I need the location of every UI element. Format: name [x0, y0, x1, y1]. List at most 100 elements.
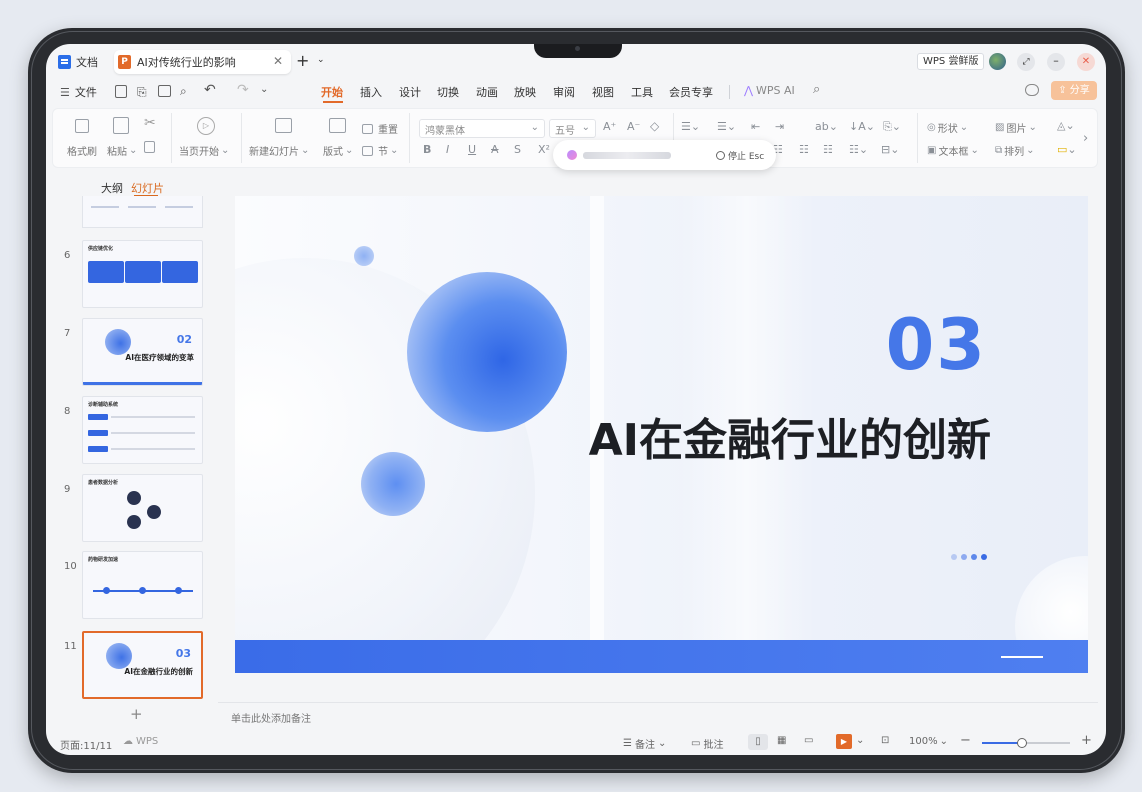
- outline-color-icon[interactable]: ▭⌄: [1057, 143, 1077, 156]
- increase-indent-icon[interactable]: ⇥: [775, 120, 784, 133]
- shape-button[interactable]: ◎ 形状 ⌄: [927, 120, 968, 135]
- zoom-slider-handle[interactable]: [1017, 738, 1028, 748]
- notes-placeholder[interactable]: 单击此处添加备注: [231, 710, 311, 725]
- menu-item[interactable]: 插入: [360, 82, 382, 102]
- text-direction-button[interactable]: ab⌄: [815, 120, 838, 133]
- bullets-icon[interactable]: ☰⌄: [681, 120, 700, 133]
- menu-item[interactable]: 切换: [437, 82, 459, 102]
- menu-item[interactable]: 工具: [631, 82, 653, 102]
- ribbon-scroll-right-icon[interactable]: ›: [1083, 131, 1088, 146]
- play-from-current-button[interactable]: 当页开始 ⌄: [179, 143, 229, 158]
- decrease-indent-icon[interactable]: ⇤: [751, 120, 760, 133]
- slide-thumbnail[interactable]: 诊断辅助系统: [82, 396, 203, 464]
- notes-toggle-button[interactable]: ☰ 备注 ⌄: [623, 736, 666, 751]
- font-size-select[interactable]: 五号 ⌄: [549, 119, 596, 138]
- zoom-out-icon[interactable]: −: [960, 733, 971, 748]
- menu-item[interactable]: 开始: [321, 82, 343, 103]
- close-tab-icon[interactable]: ✕: [273, 54, 283, 68]
- shadow-icon[interactable]: S: [514, 143, 521, 156]
- superscript-icon[interactable]: X²: [538, 143, 550, 156]
- menu-item[interactable]: 动画: [476, 82, 498, 102]
- tab-documents[interactable]: 文档: [54, 50, 106, 74]
- layout-button[interactable]: 版式 ⌄: [323, 143, 353, 158]
- slides-tab[interactable]: 幻灯片: [131, 180, 164, 196]
- section-button[interactable]: 节 ⌄: [362, 143, 398, 158]
- slideshow-chevron-icon[interactable]: ⌄: [856, 735, 864, 746]
- avatar[interactable]: [989, 53, 1006, 70]
- redo-icon[interactable]: ↷: [237, 82, 249, 98]
- tab-presentation[interactable]: P AI对传统行业的影响 ✕: [114, 50, 291, 74]
- undo-icon[interactable]: ↶: [204, 82, 216, 98]
- copy-icon[interactable]: [144, 141, 155, 153]
- italic-icon[interactable]: I: [446, 143, 449, 156]
- picture-button[interactable]: ▨ 图片 ⌄: [995, 120, 1037, 135]
- thumbnail-title: AI在金融行业的创新: [124, 667, 193, 676]
- arrange-button[interactable]: ⧉ 排列 ⌄: [995, 143, 1035, 158]
- export-icon[interactable]: ⎘: [137, 85, 147, 100]
- textbox-button[interactable]: ▣ 文本框 ⌄: [927, 143, 979, 158]
- document-icon: [58, 55, 71, 69]
- thumbnail-partial[interactable]: [82, 196, 203, 228]
- search-icon[interactable]: ⌕: [813, 82, 820, 97]
- menu-item[interactable]: 审阅: [553, 82, 575, 102]
- more-chevron-icon[interactable]: ⌄: [260, 84, 268, 95]
- normal-view-icon[interactable]: ▯: [748, 734, 768, 750]
- fill-color-icon[interactable]: ◬⌄: [1057, 119, 1075, 132]
- slide-thumbnail[interactable]: 患者数据分析: [82, 474, 203, 542]
- strikethrough-icon[interactable]: A: [491, 143, 499, 156]
- slide-canvas[interactable]: 03 AI在金融行业的创新: [235, 196, 1088, 673]
- paste-button[interactable]: 粘贴 ⌄: [107, 143, 137, 158]
- decrease-font-icon[interactable]: A⁻: [627, 120, 640, 133]
- close-window-icon[interactable]: ✕: [1077, 53, 1095, 71]
- zoom-in-icon[interactable]: +: [1081, 733, 1092, 748]
- convert-icon[interactable]: ⎘⌄: [883, 120, 901, 134]
- new-slide-button[interactable]: 新建幻灯片 ⌄: [249, 143, 309, 158]
- distribute-icon[interactable]: ☷: [799, 143, 809, 156]
- fit-window-icon[interactable]: ⊡: [881, 735, 889, 746]
- text-align-vertical-icon[interactable]: ⊟⌄: [881, 143, 899, 156]
- stop-generation-button[interactable]: 停止 Esc: [716, 149, 764, 162]
- share-button[interactable]: ⇪ 分享: [1051, 81, 1097, 100]
- sort-icon[interactable]: ↓A⌄: [849, 120, 875, 133]
- zoom-slider-track[interactable]: [982, 738, 1070, 748]
- new-tab-icon[interactable]: +: [296, 51, 309, 70]
- save-icon[interactable]: [115, 85, 127, 98]
- zoom-select[interactable]: 100% ⌄: [909, 736, 948, 747]
- slide-thumbnail[interactable]: 02 AI在医疗领域的变革: [82, 318, 203, 386]
- underline-icon[interactable]: U: [468, 143, 476, 156]
- cut-icon[interactable]: ✂: [144, 115, 156, 131]
- shape-label: 形状: [937, 124, 958, 135]
- text-direction-icon[interactable]: ☷⌄: [849, 143, 868, 156]
- print-preview-icon[interactable]: ⌕: [180, 84, 187, 99]
- reset-button[interactable]: 重置: [362, 121, 398, 136]
- slide-thumbnail-selected[interactable]: 03 AI在金融行业的创新: [82, 631, 203, 699]
- resize-icon[interactable]: ⤢: [1017, 53, 1035, 71]
- add-slide-button[interactable]: +: [130, 705, 143, 723]
- slideshow-play-icon[interactable]: ▶: [836, 734, 852, 749]
- bold-icon[interactable]: B: [423, 143, 431, 156]
- tab-list-chevron-icon[interactable]: ⌄: [317, 55, 325, 65]
- outline-tab[interactable]: 大纲: [101, 180, 123, 196]
- print-icon[interactable]: [158, 85, 171, 97]
- numbering-icon[interactable]: ☰⌄: [717, 120, 736, 133]
- wps-trial-badge[interactable]: WPS 尝鲜版: [917, 53, 985, 70]
- comments-button[interactable]: ▭ 批注: [691, 736, 723, 751]
- wps-ai-button[interactable]: ⋀ WPS AI: [744, 84, 795, 97]
- line-spacing-icon[interactable]: ☷: [823, 143, 833, 156]
- font-family-select[interactable]: 鸿蒙黑体 ⌄: [419, 119, 545, 138]
- cloud-icon[interactable]: [1025, 84, 1039, 96]
- increase-font-icon[interactable]: A⁺: [603, 120, 616, 133]
- file-menu[interactable]: ☰ 文件: [60, 82, 97, 102]
- grid-view-icon[interactable]: ▦: [777, 735, 786, 746]
- format-painter-button[interactable]: 格式刷: [67, 143, 97, 158]
- wps-cloud-button[interactable]: ☁ WPS: [123, 736, 158, 747]
- clear-format-icon[interactable]: ◇: [650, 119, 659, 133]
- slide-thumbnail[interactable]: 供应链优化: [82, 240, 203, 308]
- menu-item[interactable]: 放映: [514, 82, 536, 102]
- minimize-icon[interactable]: –: [1047, 53, 1065, 71]
- slide-thumbnail[interactable]: 药物研发加速: [82, 551, 203, 619]
- menu-item[interactable]: 会员专享: [669, 82, 713, 102]
- menu-item[interactable]: 视图: [592, 82, 614, 102]
- reading-view-icon[interactable]: ▭: [804, 735, 813, 746]
- menu-item[interactable]: 设计: [399, 82, 421, 102]
